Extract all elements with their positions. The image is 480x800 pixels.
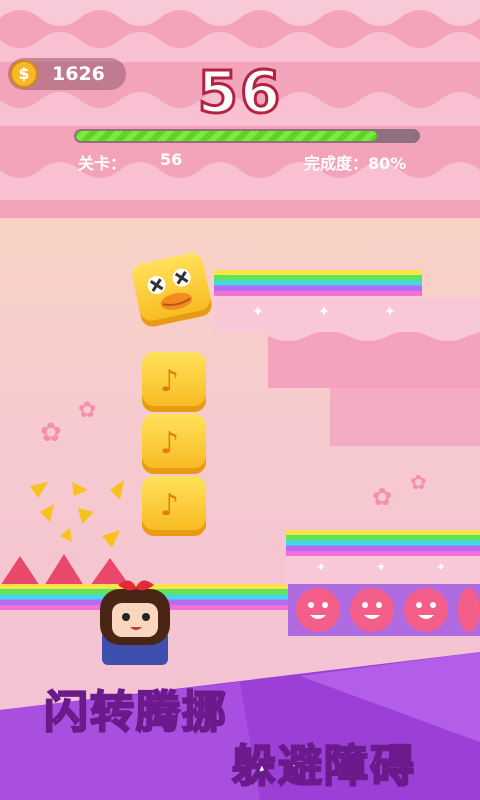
face-obstacle bbox=[404, 588, 448, 632]
player-character bbox=[100, 580, 170, 665]
note-block: ♪ bbox=[142, 414, 206, 474]
level-value: 56 bbox=[160, 150, 183, 169]
rainbow-platform bbox=[214, 270, 422, 296]
rainbow-platform bbox=[286, 530, 480, 556]
music-note-icon: ♪ bbox=[160, 426, 180, 461]
face-obstacle-row bbox=[288, 584, 480, 636]
hud-header: $ 1626 56 关卡： 56 完成度：80% bbox=[0, 0, 480, 218]
slogan-line-2: 躲避障碍 bbox=[231, 740, 416, 793]
sparkle-icon: ✦ bbox=[252, 304, 264, 320]
music-note-icon: ♪ bbox=[160, 364, 180, 399]
sparkle-icon: ✦ bbox=[318, 304, 330, 320]
level-label: 关卡： bbox=[78, 154, 127, 173]
note-block: ♪ bbox=[142, 476, 206, 536]
sparkle-icon: ✦ bbox=[376, 560, 387, 574]
completion-label: 完成度：80% bbox=[304, 154, 407, 173]
slogan-line-1: 闪转腾挪 bbox=[43, 686, 228, 739]
cherry-blossom-icon: ✿ bbox=[410, 470, 427, 494]
progress-fill bbox=[76, 131, 377, 141]
cherry-blossom-icon: ✿ bbox=[40, 418, 62, 448]
score-display: 56 bbox=[196, 57, 283, 128]
cherry-blossom-icon: ✿ bbox=[78, 398, 97, 423]
sparkle-icon: ✦ bbox=[436, 560, 447, 574]
face-obstacle bbox=[350, 588, 394, 632]
sparkle-icon: ✦ bbox=[316, 560, 327, 574]
cherry-blossom-icon: ✿ bbox=[372, 483, 393, 511]
face-obstacle bbox=[296, 588, 340, 632]
confetti bbox=[30, 480, 124, 548]
music-note-icon: ♪ bbox=[160, 488, 180, 523]
sparkle-icon: ✦ bbox=[384, 304, 396, 320]
step-wave bbox=[268, 326, 480, 341]
platform-step bbox=[330, 388, 480, 446]
note-block: ♪ bbox=[142, 352, 206, 412]
face-obstacle bbox=[458, 588, 480, 632]
